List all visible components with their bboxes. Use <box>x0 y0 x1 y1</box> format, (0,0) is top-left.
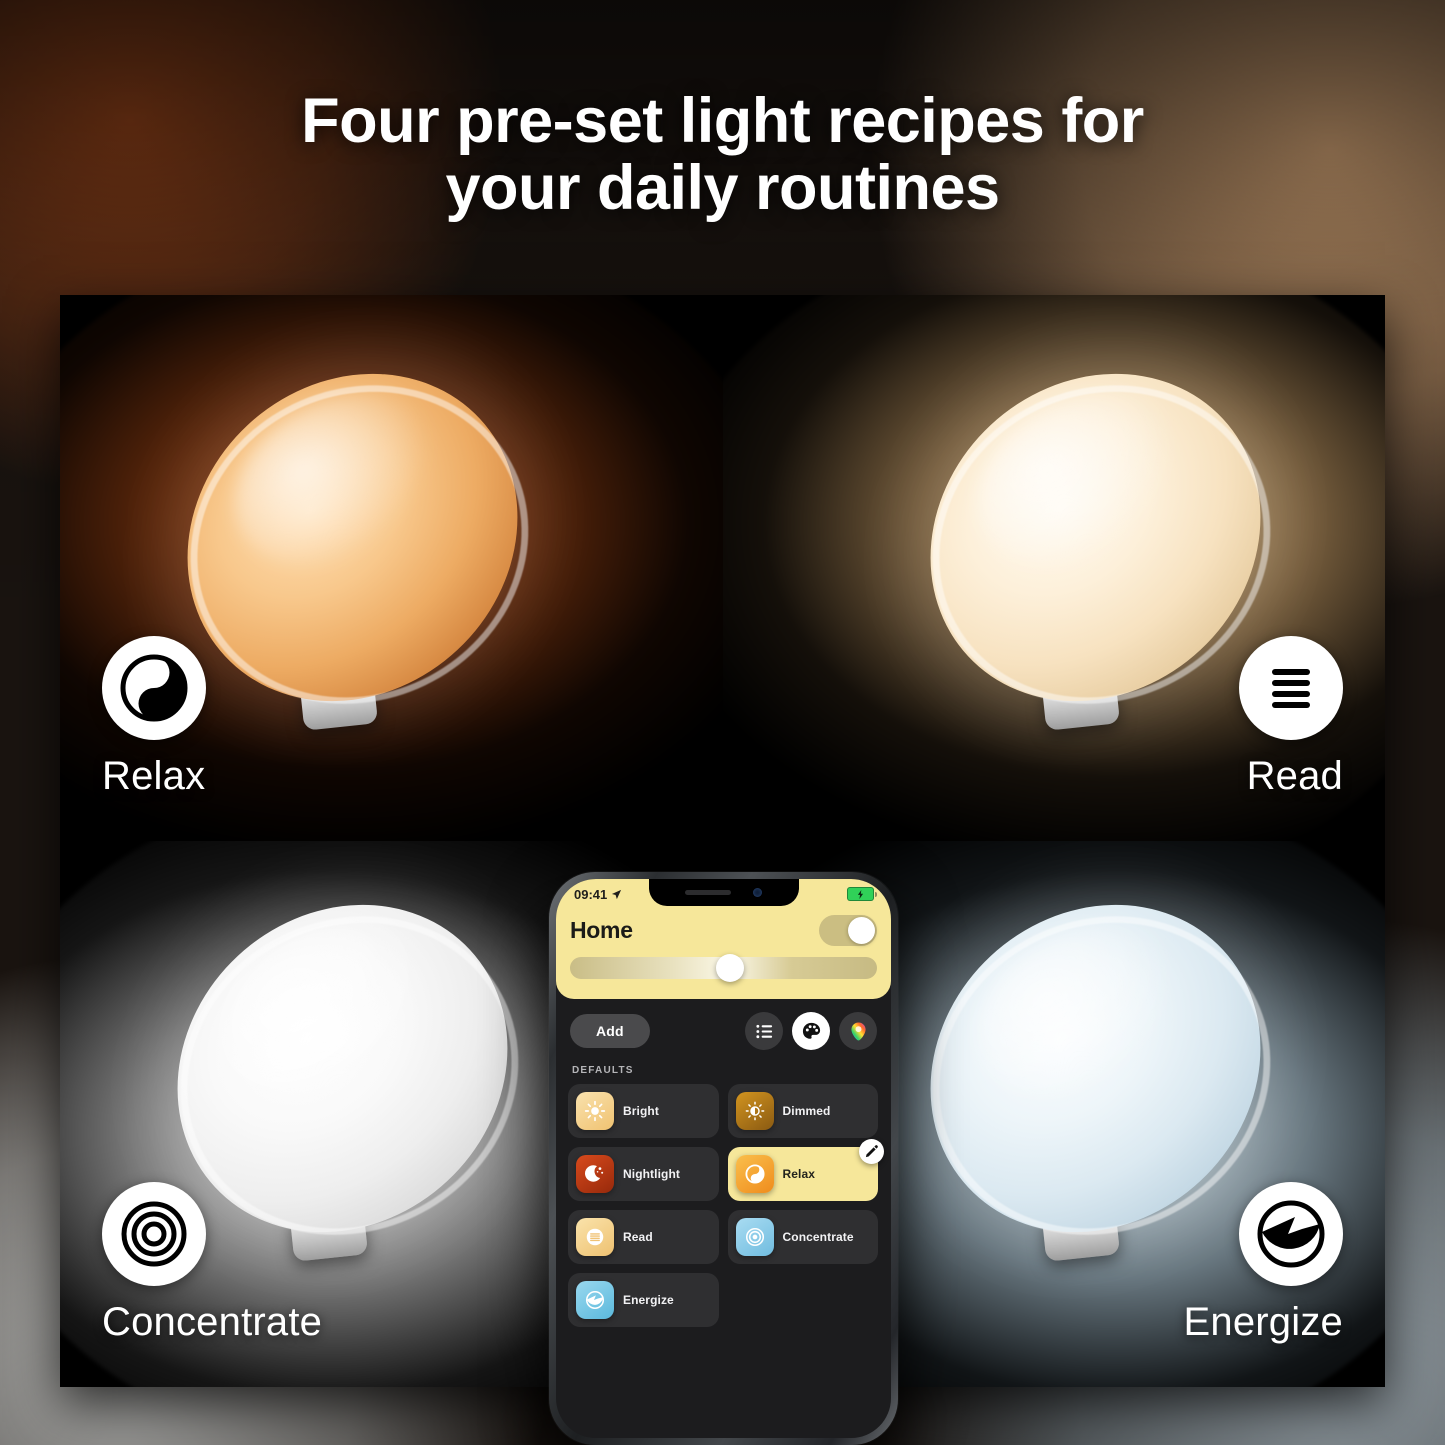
headline-line-2: your daily routines <box>445 152 1000 223</box>
quadrant-read: Read <box>722 295 1385 841</box>
phone-mockup: 09:41 Home Add DEFAULTS Bright Dimmed Ni… <box>549 872 898 1445</box>
status-time: 09:41 <box>574 886 608 902</box>
read-label: Read <box>1246 754 1343 798</box>
read-icon-tile <box>576 1218 614 1256</box>
sun-icon <box>584 1100 606 1122</box>
earpiece-speaker <box>685 890 731 895</box>
concentrate-icon-tile <box>735 1218 774 1256</box>
palette-view-button[interactable] <box>792 1012 830 1050</box>
concentrate-label: Concentrate <box>102 1300 323 1344</box>
concentrate-icon-circle <box>102 1182 206 1286</box>
promo-image: Four pre-set light recipes for your dail… <box>0 0 1445 1445</box>
rings-icon <box>745 1227 764 1247</box>
read-icon-circle <box>1239 636 1343 740</box>
home-title-row: Home <box>570 915 877 946</box>
scene-label: Read <box>623 1230 653 1244</box>
scene-tile-nightlight[interactable]: Nightlight <box>568 1147 719 1201</box>
scene-label: Dimmed <box>782 1104 831 1118</box>
scene-tile-energize[interactable]: Energize <box>568 1273 719 1327</box>
bulb-color-icon <box>850 1022 866 1040</box>
badge-read: Read <box>1239 636 1343 799</box>
scene-label: Nightlight <box>623 1167 680 1181</box>
battery-cap <box>875 891 877 897</box>
relax-icon-tile <box>735 1155 774 1193</box>
relax-icon-circle <box>102 636 206 740</box>
defaults-section-header: DEFAULTS <box>572 1065 634 1076</box>
badge-energize: Energize <box>1184 1182 1343 1345</box>
brightness-slider[interactable] <box>570 954 877 982</box>
hue-go-lamp-relax <box>134 314 585 763</box>
pencil-icon <box>865 1145 878 1158</box>
headline-line-1: Four pre-set light recipes for <box>301 86 1144 156</box>
text-lines-icon <box>586 1228 604 1246</box>
nightlight-icon-tile <box>576 1155 614 1193</box>
bolt-circle-icon <box>585 1290 605 1310</box>
page-title: Four pre-set light recipes for your dail… <box>0 88 1445 222</box>
scene-label: Concentrate <box>782 1230 854 1244</box>
add-button[interactable]: Add <box>570 1014 650 1048</box>
battery-charging-icon <box>847 887 877 901</box>
energize-icon-circle <box>1239 1182 1343 1286</box>
brightness-slider-knob[interactable] <box>715 954 744 982</box>
badge-relax: Relax <box>102 636 206 799</box>
dimmed-icon-tile <box>735 1092 774 1130</box>
scene-label: Energize <box>623 1293 674 1307</box>
scene-label: Bright <box>623 1104 659 1118</box>
scene-tiles-grid: Bright Dimmed Nightlight Relax Read Conc… <box>568 1084 884 1327</box>
scene-tile-read[interactable]: Read <box>568 1210 719 1264</box>
scene-tile-relax[interactable]: Relax <box>727 1139 884 1201</box>
energize-icon-tile <box>576 1281 614 1319</box>
scene-label: Relax <box>782 1167 816 1181</box>
location-arrow-icon <box>612 889 622 899</box>
edit-scene-button[interactable] <box>859 1139 884 1164</box>
quadrant-relax: Relax <box>60 295 723 841</box>
concentric-rings-icon <box>121 1201 187 1267</box>
yin-yang-icon <box>744 1164 765 1184</box>
hue-go-lamp-read <box>876 314 1328 763</box>
list-icon <box>755 1024 772 1038</box>
toolbar-icon-group <box>745 1012 877 1050</box>
toggle-knob <box>848 917 875 944</box>
status-time-group: 09:41 <box>570 887 622 902</box>
color-bulb-button[interactable] <box>839 1012 877 1050</box>
energize-label: Energize <box>1183 1300 1343 1344</box>
dim-sun-icon <box>745 1101 764 1121</box>
list-view-button[interactable] <box>745 1012 783 1050</box>
phone-screen: 09:41 Home Add DEFAULTS Bright Dimmed Ni… <box>556 879 891 1438</box>
text-lines-icon <box>1272 669 1310 708</box>
battery-body <box>847 887 874 901</box>
relax-label: Relax <box>102 754 206 798</box>
lightning-circle-icon <box>1257 1200 1325 1268</box>
badge-concentrate: Concentrate <box>102 1182 322 1345</box>
scene-tile-dimmed[interactable]: Dimmed <box>727 1084 878 1138</box>
phone-notch <box>648 879 799 906</box>
yin-yang-icon <box>120 654 188 722</box>
scene-tile-bright[interactable]: Bright <box>568 1084 719 1138</box>
palette-icon <box>802 1022 820 1039</box>
bright-icon-tile <box>576 1092 614 1130</box>
home-title: Home <box>570 917 633 943</box>
scene-toolbar: Add <box>556 1007 891 1055</box>
home-power-toggle[interactable] <box>819 915 877 946</box>
front-camera <box>753 888 762 897</box>
scene-tile-concentrate[interactable]: Concentrate <box>727 1210 878 1264</box>
moon-stars-icon <box>585 1165 604 1182</box>
charging-bolt-icon <box>857 889 864 899</box>
